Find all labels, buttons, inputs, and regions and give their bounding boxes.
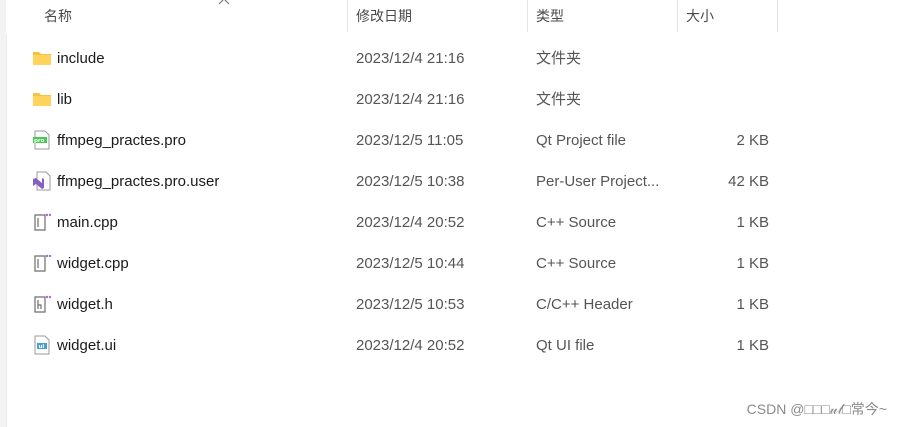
- column-header-type[interactable]: 类型: [528, 0, 678, 32]
- file-row[interactable]: widget.cpp 2023/12/5 10:44 C++ Source 1 …: [6, 243, 901, 284]
- column-header-name[interactable]: 名称: [36, 0, 348, 32]
- file-size: 1 KB: [736, 255, 769, 272]
- file-date: 2023/12/5 11:05: [356, 132, 464, 149]
- file-type: Qt UI file: [536, 337, 595, 354]
- file-date: 2023/12/5 10:53: [356, 296, 465, 313]
- file-size: 1 KB: [736, 296, 769, 313]
- column-header: 名称 修改日期 类型 大小: [6, 0, 901, 34]
- file-name: widget.ui: [57, 337, 117, 354]
- file-name: main.cpp: [57, 214, 118, 231]
- file-name: lib: [57, 91, 73, 108]
- column-header-name-label: 名称: [44, 8, 72, 24]
- file-date: 2023/12/4 20:52: [356, 337, 465, 354]
- file-name: widget.cpp: [57, 255, 129, 272]
- file-explorer: 名称 修改日期 类型 大小 include 2023/12/4 21:16 文件…: [0, 0, 901, 427]
- file-name: include: [57, 50, 105, 67]
- file-name: widget.h: [57, 296, 113, 313]
- file-list: include 2023/12/4 21:16 文件夹 lib 2023/12/…: [6, 38, 901, 366]
- svg-text:pro: pro: [34, 138, 45, 144]
- file-row[interactable]: lib 2023/12/4 21:16 文件夹: [6, 79, 901, 120]
- file-type: Per-User Project...: [536, 173, 660, 190]
- file-row[interactable]: widget.h 2023/12/5 10:53 C/C++ Header 1 …: [6, 284, 901, 325]
- sort-ascending-icon: [218, 0, 230, 10]
- qt-ui-file-icon: ui: [32, 335, 52, 355]
- cpp-header-icon: [32, 294, 52, 314]
- cpp-source-icon: [32, 212, 52, 232]
- file-type: 文件夹: [536, 50, 582, 67]
- folder-icon: [32, 89, 52, 109]
- column-header-date-label: 修改日期: [356, 8, 412, 24]
- column-header-size[interactable]: 大小: [678, 0, 778, 32]
- file-date: 2023/12/5 10:38: [356, 173, 465, 190]
- file-type: C/C++ Header: [536, 296, 633, 313]
- column-header-type-label: 类型: [536, 8, 564, 24]
- file-size: [678, 79, 769, 120]
- file-size: 42 KB: [728, 173, 769, 190]
- column-header-date[interactable]: 修改日期: [348, 0, 528, 32]
- svg-text:ui: ui: [39, 344, 45, 350]
- file-type: C++ Source: [536, 214, 617, 231]
- file-row[interactable]: ui widget.ui 2023/12/4 20:52 Qt UI file …: [6, 325, 901, 366]
- file-date: 2023/12/4 20:52: [356, 214, 465, 231]
- file-size: 2 KB: [736, 132, 769, 149]
- file-size: [678, 38, 769, 79]
- file-date: 2023/12/4 21:16: [356, 91, 465, 108]
- folder-icon: [32, 48, 52, 68]
- file-type: C++ Source: [536, 255, 617, 272]
- file-row[interactable]: include 2023/12/4 21:16 文件夹: [6, 38, 901, 79]
- file-row[interactable]: ffmpeg_practes.pro.user 2023/12/5 10:38 …: [6, 161, 901, 202]
- file-name: ffmpeg_practes.pro.user: [57, 173, 220, 190]
- file-name: ffmpeg_practes.pro: [57, 132, 186, 149]
- file-type: 文件夹: [536, 91, 582, 108]
- file-row[interactable]: pro ffmpeg_practes.pro 2023/12/5 11:05 Q…: [6, 120, 901, 161]
- file-row[interactable]: main.cpp 2023/12/4 20:52 C++ Source 1 KB: [6, 202, 901, 243]
- file-type: Qt Project file: [536, 132, 627, 149]
- cpp-source-icon: [32, 253, 52, 273]
- qt-pro-file-icon: pro: [32, 130, 52, 150]
- file-date: 2023/12/4 21:16: [356, 50, 465, 67]
- column-header-size-label: 大小: [686, 8, 714, 24]
- file-date: 2023/12/5 10:44: [356, 255, 465, 272]
- file-size: 1 KB: [736, 337, 769, 354]
- file-size: 1 KB: [736, 214, 769, 231]
- csdn-watermark: CSDN @□□□𝓊𝓁□常今~: [746, 401, 887, 417]
- visual-studio-file-icon: [32, 171, 52, 191]
